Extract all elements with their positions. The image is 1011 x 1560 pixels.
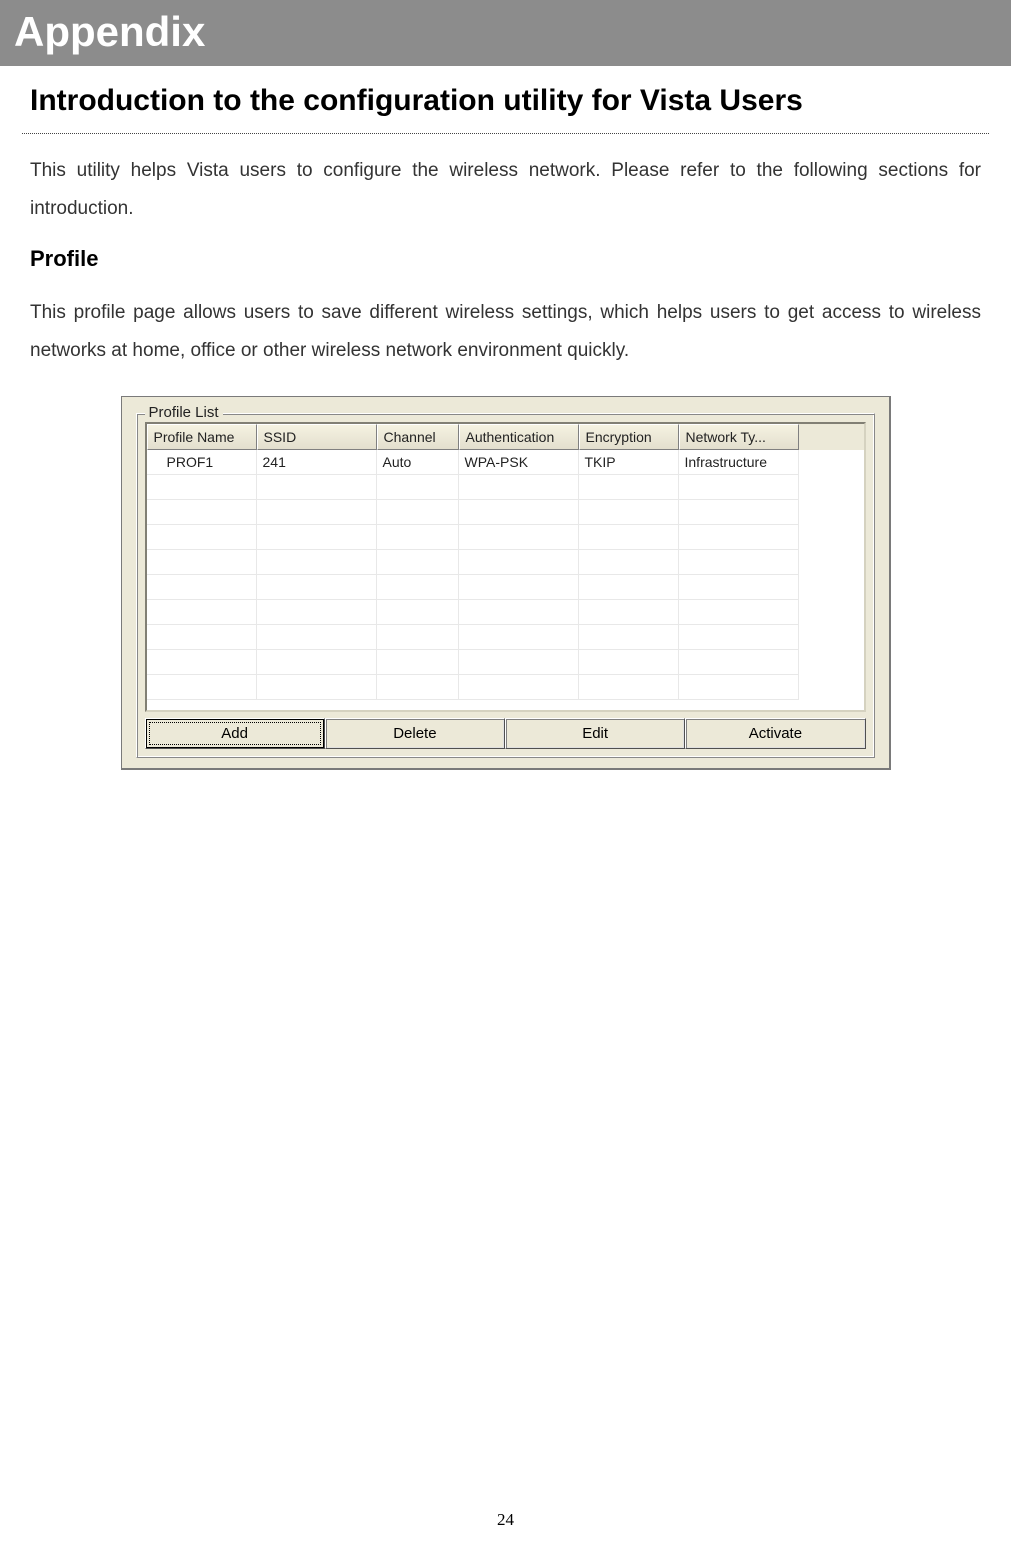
cell-authentication: WPA-PSK bbox=[459, 450, 579, 475]
table-row[interactable] bbox=[147, 525, 864, 550]
intro-paragraph: This utility helps Vista users to config… bbox=[0, 134, 1011, 236]
edit-button[interactable]: Edit bbox=[505, 718, 685, 749]
profile-paragraph: This profile page allows users to save d… bbox=[0, 276, 1011, 378]
table-row[interactable] bbox=[147, 600, 864, 625]
table-row[interactable] bbox=[147, 500, 864, 525]
profile-heading: Profile bbox=[0, 236, 1011, 276]
col-header-ssid[interactable]: SSID bbox=[257, 424, 377, 450]
col-header-channel[interactable]: Channel bbox=[377, 424, 459, 450]
appendix-banner: Appendix bbox=[0, 0, 1011, 66]
col-header-encryption[interactable]: Encryption bbox=[579, 424, 679, 450]
table-row[interactable] bbox=[147, 650, 864, 675]
table-row[interactable] bbox=[147, 575, 864, 600]
page-number: 24 bbox=[0, 1510, 1011, 1530]
cell-channel: Auto bbox=[377, 450, 459, 475]
grid-body: PROF1 241 Auto WPA-PSK TKIP Infrastructu… bbox=[147, 450, 864, 710]
add-button[interactable]: Add bbox=[145, 718, 325, 749]
grid-header-row: Profile Name SSID Channel Authentication… bbox=[147, 424, 864, 450]
table-row[interactable] bbox=[147, 550, 864, 575]
col-header-network-type[interactable]: Network Ty... bbox=[679, 424, 799, 450]
profile-panel: Profile List Profile Name SSID Channel A… bbox=[121, 396, 891, 770]
section-title: Introduction to the configuration utilit… bbox=[0, 66, 1011, 120]
delete-button[interactable]: Delete bbox=[325, 718, 505, 749]
table-row[interactable]: PROF1 241 Auto WPA-PSK TKIP Infrastructu… bbox=[147, 450, 864, 475]
divider bbox=[22, 126, 989, 134]
screenshot-container: Profile List Profile Name SSID Channel A… bbox=[0, 378, 1011, 770]
col-header-authentication[interactable]: Authentication bbox=[459, 424, 579, 450]
button-row: Add Delete Edit Activate bbox=[145, 718, 866, 749]
col-header-profile-name[interactable]: Profile Name bbox=[147, 424, 257, 450]
cell-ssid: 241 bbox=[257, 450, 377, 475]
table-row[interactable] bbox=[147, 625, 864, 650]
fieldset-legend: Profile List bbox=[145, 404, 223, 421]
activate-button[interactable]: Activate bbox=[685, 718, 865, 749]
table-row[interactable] bbox=[147, 475, 864, 500]
table-row[interactable] bbox=[147, 675, 864, 700]
cell-encryption: TKIP bbox=[579, 450, 679, 475]
profile-grid[interactable]: Profile Name SSID Channel Authentication… bbox=[145, 422, 866, 712]
profile-list-fieldset: Profile List Profile Name SSID Channel A… bbox=[136, 413, 875, 758]
cell-profile-name: PROF1 bbox=[147, 450, 257, 475]
appendix-title: Appendix bbox=[14, 8, 205, 55]
cell-network-type: Infrastructure bbox=[679, 450, 799, 475]
